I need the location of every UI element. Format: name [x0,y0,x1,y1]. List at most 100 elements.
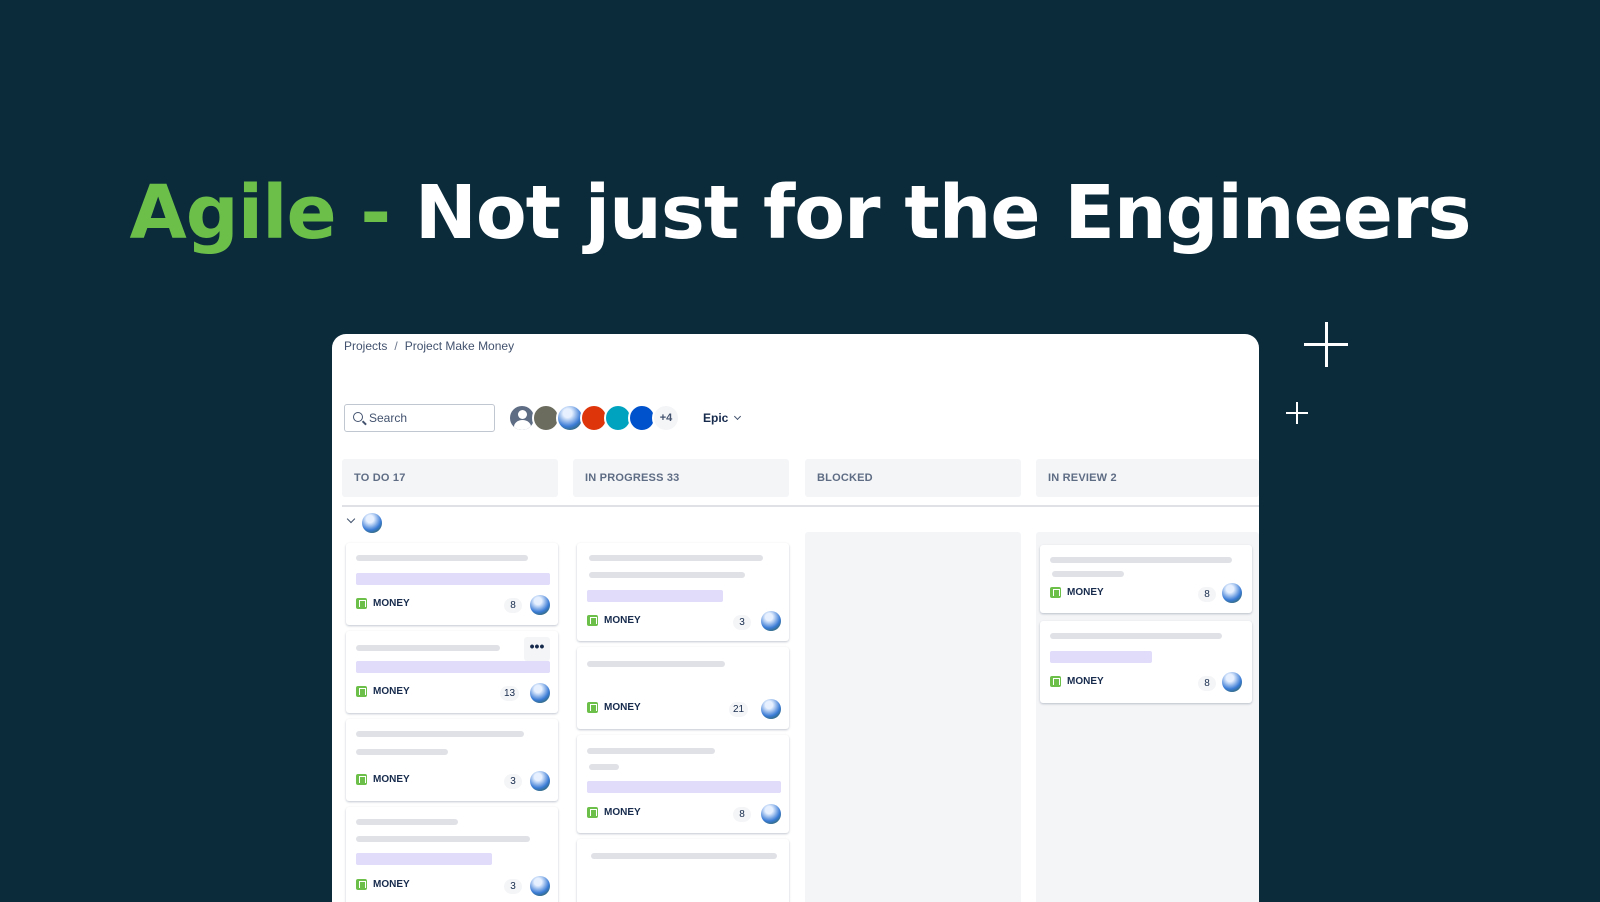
card-title-placeholder [589,764,619,770]
card-title-placeholder [1050,633,1222,639]
column-blocked [805,532,1021,902]
card-title-placeholder [587,661,725,667]
avatar [530,771,550,791]
avatar [761,699,781,719]
card-tag-label: MONEY [373,598,410,609]
headline-rest: Not just for the Engineers [414,170,1472,256]
search-input[interactable]: Search [344,404,495,432]
bookmark-icon [356,774,367,785]
plus-icon [1296,402,1298,424]
avatar [1222,583,1242,603]
card-epic-placeholder [356,661,550,673]
headline-accent: Agile - [129,170,391,256]
card-title-placeholder [356,819,458,825]
card[interactable]: MONEY 8 [577,735,789,833]
avatar-group: +4 [508,404,680,432]
card-title-placeholder [589,572,745,578]
column-header-blocked: BLOCKED [805,459,1021,497]
card-epic-placeholder [587,781,781,793]
card-title-placeholder [1050,557,1232,563]
search-placeholder: Search [369,411,408,425]
avatar [761,611,781,631]
card[interactable]: MONEY 3 [346,807,558,902]
search-icon [353,412,363,422]
avatar [530,683,550,703]
card-tag: MONEY [356,598,410,609]
card-tag: MONEY [356,879,410,890]
breadcrumb: Projects / Project Make Money [344,339,514,353]
card-tag-label: MONEY [604,702,641,713]
bookmark-icon [1050,676,1061,687]
bookmark-icon [1050,587,1061,598]
card-tag: MONEY [356,686,410,697]
column-header-todo: TO DO 17 [342,459,558,497]
card-title-placeholder [356,836,530,842]
card-epic-placeholder [356,853,492,865]
card[interactable]: MONEY 8 [1040,621,1252,703]
header-divider [342,505,1259,507]
card[interactable]: MONEY 8 [1040,545,1252,613]
card[interactable]: MONEY 8 [346,543,558,625]
card-epic-placeholder [587,590,723,602]
bookmark-icon [356,686,367,697]
card[interactable]: MONEY 3 [577,543,789,641]
card-title-placeholder [591,853,777,859]
card-points: 8 [1198,587,1216,602]
card-points: 8 [1198,676,1216,691]
card-epic-placeholder [1050,651,1152,663]
card-tag-label: MONEY [604,807,641,818]
breadcrumb-projects[interactable]: Projects [344,339,387,353]
avatar [362,513,382,533]
card-points: 21 [729,702,749,717]
epic-label: Epic [703,411,729,425]
card[interactable] [577,839,789,902]
card-tag: MONEY [587,702,641,713]
bookmark-icon [356,598,367,609]
card-title-placeholder [587,748,715,754]
avatar-more-button[interactable]: +4 [652,404,680,432]
board-window: Projects / Project Make Money Search +4 Ep… [332,334,1259,902]
card-points: 8 [504,598,522,613]
card-title-placeholder [356,749,448,755]
card-tag-label: MONEY [373,879,410,890]
card-title-placeholder [589,555,763,561]
card-epic-placeholder [356,573,550,585]
card-title-placeholder [1052,571,1124,577]
card-points: 13 [500,686,520,701]
bookmark-icon [587,615,598,626]
avatar [530,595,550,615]
card-tag-label: MONEY [604,615,641,626]
card[interactable]: MONEY 3 [346,719,558,801]
card-points: 3 [504,879,522,894]
epic-filter[interactable]: Epic [703,411,742,425]
card-tag: MONEY [1050,676,1104,687]
card-tag-label: MONEY [1067,676,1104,687]
bookmark-icon [587,702,598,713]
card-points: 3 [733,615,751,630]
card-tag-label: MONEY [373,686,410,697]
headline: Agile - Not just for the Engineers [0,170,1600,256]
card-points: 8 [733,807,751,822]
card-tag: MONEY [356,774,410,785]
more-options-button[interactable]: ••• [524,637,550,661]
card-tag-label: MONEY [1067,587,1104,598]
avatar [761,804,781,824]
card-points: 3 [504,774,522,789]
card-tag: MONEY [1050,587,1104,598]
card-tag: MONEY [587,615,641,626]
card-title-placeholder [356,555,528,561]
card[interactable]: ••• MONEY 13 [346,631,558,713]
bookmark-icon [587,807,598,818]
card-title-placeholder [356,731,524,737]
card-tag-label: MONEY [373,774,410,785]
plus-icon [1325,322,1328,367]
card[interactable]: MONEY 21 [577,647,789,729]
avatar [530,876,550,896]
card-title-placeholder [356,645,500,651]
breadcrumb-project[interactable]: Project Make Money [405,339,514,353]
column-header-in-review: IN REVIEW 2 [1036,459,1259,497]
chevron-down-icon [734,412,742,421]
card-tag: MONEY [587,807,641,818]
column-header-in-progress: IN PROGRESS 33 [573,459,789,497]
chevron-down-icon[interactable] [346,514,356,524]
